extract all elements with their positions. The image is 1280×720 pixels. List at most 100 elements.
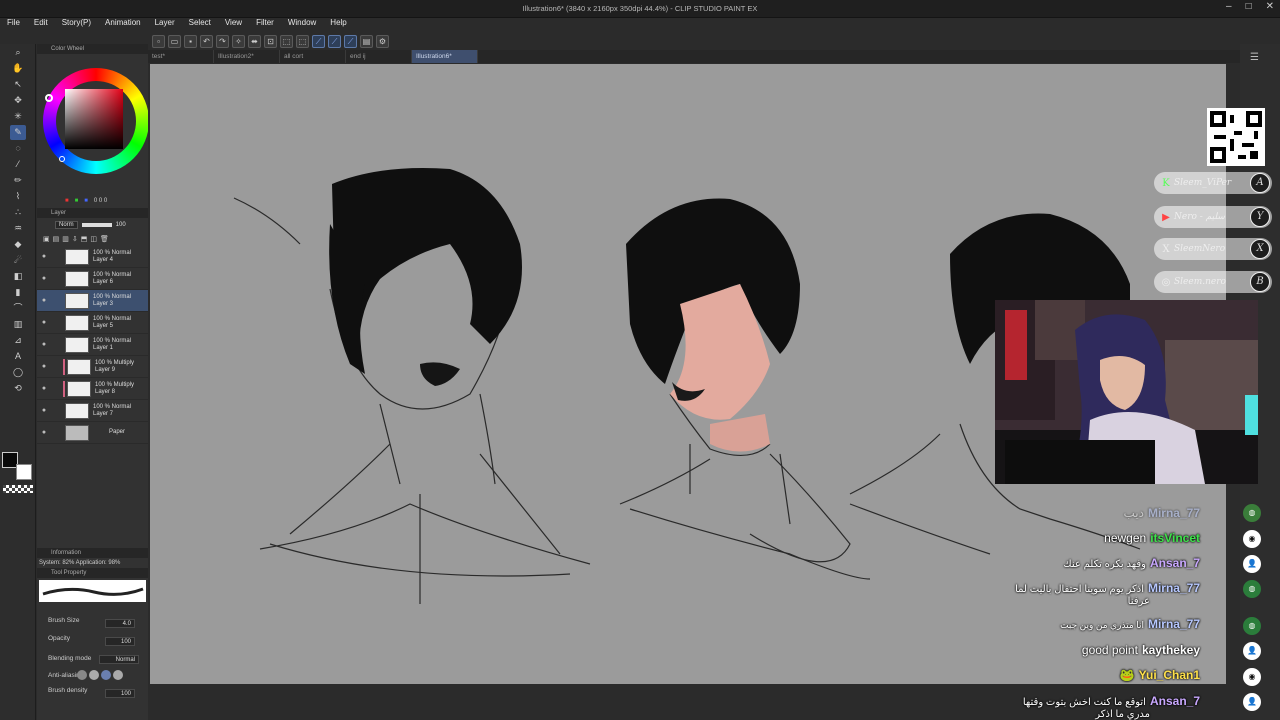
menu-view[interactable]: View — [218, 14, 249, 32]
anti-aliasing-options[interactable] — [77, 670, 123, 680]
layer-row[interactable]: ● 100 % Normal Layer 6 — [37, 268, 148, 290]
delete-layer-icon[interactable]: 🗑 — [100, 235, 109, 243]
layer-row[interactable]: ● 100 % Normal Layer 4 — [37, 246, 148, 268]
tab-test[interactable]: test* — [148, 50, 214, 63]
select-all-icon[interactable]: ⬚ — [280, 34, 293, 48]
settings-icon[interactable]: ⚙ — [376, 34, 389, 48]
minimize-icon[interactable]: – — [1226, 1, 1232, 12]
emote-icon: 🐸 — [1119, 668, 1135, 682]
hue-marker[interactable] — [45, 94, 53, 102]
open-icon[interactable]: ▭ — [168, 34, 181, 48]
combine-down-icon[interactable]: ⬒ — [81, 235, 88, 243]
lasso-tool-icon[interactable]: ◌ — [10, 141, 26, 156]
ruler-tool-icon[interactable]: ⊿ — [10, 333, 26, 348]
move-layer-tool-icon[interactable]: ✥ — [10, 93, 26, 108]
brush-density-value[interactable]: 100 — [105, 689, 135, 698]
fill-tool-icon[interactable]: ◧ — [10, 269, 26, 284]
tab-illustration6[interactable]: Illustration6* — [412, 50, 478, 63]
clipboard-icon[interactable]: ▤ — [360, 34, 373, 48]
panel-menu-icon[interactable]: ☰ — [1250, 52, 1259, 63]
opacity-slider[interactable] — [81, 223, 112, 227]
brush-tool-icon[interactable]: ⌇ — [10, 189, 26, 204]
layer-row[interactable]: ● 100 % Normal Layer 5 — [37, 312, 148, 334]
new-vector-layer-icon[interactable]: ▤ — [53, 235, 60, 243]
opacity-value[interactable]: 100 — [105, 637, 135, 646]
balloon-tool-icon[interactable]: ◯ — [10, 365, 26, 380]
color-wheel[interactable] — [37, 54, 149, 194]
menu-window[interactable]: Window — [281, 14, 323, 32]
layer-row-selected[interactable]: ● 100 % Normal Layer 3 — [37, 290, 148, 312]
transform-icon[interactable]: ⬌ — [248, 34, 261, 48]
layer-thumbnail — [65, 292, 89, 309]
eye-icon[interactable]: ● — [39, 275, 49, 282]
eraser-tool-icon[interactable]: ◆ — [10, 237, 26, 252]
menu-animation[interactable]: Animation — [98, 14, 148, 32]
menu-file[interactable]: File — [0, 14, 27, 32]
color-picker-marker[interactable] — [59, 156, 65, 162]
new-raster-layer-icon[interactable]: ▣ — [43, 235, 50, 243]
chat-message: good point kaythekey — [1081, 643, 1200, 657]
snap-special-icon[interactable]: ⟋ — [328, 34, 341, 48]
sub-color-swatch[interactable] — [16, 464, 32, 480]
save-icon[interactable]: ▪ — [184, 34, 197, 48]
eye-icon[interactable]: ● — [39, 407, 49, 414]
new-folder-icon[interactable]: ▥ — [62, 235, 69, 243]
eye-icon[interactable]: ● — [39, 385, 49, 392]
layer-row[interactable]: ● 100 % Multiply Layer 8 — [37, 378, 148, 400]
brush-size-value[interactable]: 4.0 — [105, 619, 135, 628]
eye-icon[interactable]: ● — [39, 429, 49, 436]
decoration-tool-icon[interactable]: ♒ — [10, 221, 26, 236]
transparent-color-swatch[interactable] — [3, 485, 33, 493]
selection-tool-icon[interactable]: ✳ — [10, 109, 26, 124]
pencil-tool-icon[interactable]: ✏ — [10, 173, 26, 188]
transfer-down-icon[interactable]: ⇩ — [72, 235, 78, 243]
layer-row[interactable]: ● 100 % Multiply Layer 9 — [37, 356, 148, 378]
crop-icon[interactable]: ⊡ — [264, 34, 277, 48]
text-tool-icon[interactable]: A — [10, 349, 26, 364]
snap-grid-icon[interactable]: ⟋ — [344, 34, 357, 48]
layer-row[interactable]: ● 100 % Normal Layer 1 — [37, 334, 148, 356]
menu-layer[interactable]: Layer — [148, 14, 182, 32]
snap-ruler-icon[interactable]: ⟋ — [312, 34, 325, 48]
eye-icon[interactable]: ● — [39, 363, 49, 370]
tab-all-cort[interactable]: all cort — [280, 50, 346, 63]
eyedropper-tool-icon[interactable]: ⁄ — [10, 157, 26, 172]
zoom-tool-icon[interactable]: ⌕ — [10, 45, 26, 60]
layer-opacity-value[interactable]: 100 — [116, 222, 126, 228]
blending-mode-select[interactable]: Normal — [99, 655, 139, 664]
new-file-icon[interactable]: ▫ — [152, 34, 165, 48]
blend-mode-select[interactable]: Norm — [55, 221, 78, 229]
menu-help[interactable]: Help — [323, 14, 353, 32]
tab-end-ij[interactable]: end ij — [346, 50, 412, 63]
clear-icon[interactable]: ✧ — [232, 34, 245, 48]
menu-edit[interactable]: Edit — [27, 14, 55, 32]
blend-tool-icon[interactable]: ☄ — [10, 253, 26, 268]
close-icon[interactable]: ✕ — [1266, 1, 1274, 12]
layer-row-paper[interactable]: ● Paper — [37, 422, 148, 444]
maximize-icon[interactable]: □ — [1246, 1, 1252, 12]
menu-filter[interactable]: Filter — [249, 14, 281, 32]
airbrush-tool-icon[interactable]: ∴ — [10, 205, 26, 220]
tab-illustration2[interactable]: Illustration2* — [214, 50, 280, 63]
user-avatar-icon: 👤 — [1243, 555, 1261, 573]
layer-row[interactable]: ● 100 % Normal Layer 7 — [37, 400, 148, 422]
eye-icon[interactable]: ● — [39, 253, 49, 260]
red-dot-icon: ■ — [65, 198, 69, 204]
eye-icon[interactable]: ● — [39, 341, 49, 348]
pen-tool-icon[interactable]: ✎ — [10, 125, 26, 140]
menu-select[interactable]: Select — [182, 14, 218, 32]
saturation-value-square[interactable] — [65, 89, 123, 149]
eye-icon[interactable]: ● — [39, 319, 49, 326]
correct-line-tool-icon[interactable]: ⟲ — [10, 381, 26, 396]
frame-tool-icon[interactable]: ▥ — [10, 317, 26, 332]
mask-icon[interactable]: ◫ — [90, 235, 97, 243]
figure-tool-icon[interactable]: ⌒ — [10, 301, 26, 316]
gradient-tool-icon[interactable]: ▮ — [10, 285, 26, 300]
operation-tool-icon[interactable]: ↖ — [10, 77, 26, 92]
eye-icon[interactable]: ● — [39, 297, 49, 304]
redo-icon[interactable]: ↷ — [216, 34, 229, 48]
menu-story[interactable]: Story(P) — [55, 14, 98, 32]
hand-tool-icon[interactable]: ✋ — [10, 61, 26, 76]
deselect-icon[interactable]: ⬚ — [296, 34, 309, 48]
undo-icon[interactable]: ↶ — [200, 34, 213, 48]
